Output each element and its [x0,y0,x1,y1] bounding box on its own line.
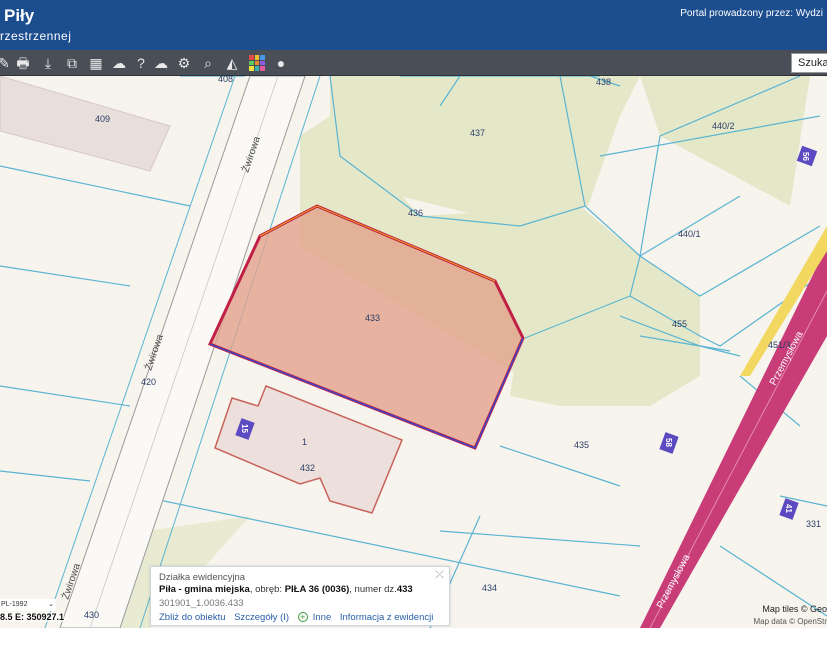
marker-icon[interactable]: ● [271,53,291,73]
zoom-to-object-link[interactable]: Zbliż do obiektu [159,612,226,623]
close-icon[interactable]: ⤫ [435,569,444,582]
print-icon[interactable]: 🖶 [13,53,33,73]
parcel-label-408: 408 [218,76,233,84]
parcel-label-437: 437 [470,128,485,138]
help-icon[interactable]: ? [131,53,151,73]
parcel-label-building-1: 1 [302,437,307,447]
plus-circle-icon[interactable]: + [297,612,308,622]
parcel-label-455: 455 [672,319,687,329]
measure-icon[interactable]: ◭ [222,53,242,73]
crs-select[interactable]: PL-1992 ⌄ [0,599,56,611]
parcel-label-438: 438 [596,77,611,87]
layout-icon[interactable]: ▦ [86,53,106,73]
registry-info-link[interactable]: Informacja z ewidencji [340,612,433,623]
app-subtitle: rzestrzennej [0,29,72,43]
house-number-58: 58 [659,432,679,454]
other-link[interactable]: Inne [313,612,332,623]
settings-icon[interactable]: ⚙ [174,53,194,73]
popup-gmina: Piła - gmina miejska [159,584,250,595]
bottom-area [0,628,827,668]
download-icon[interactable]: ⤓ [38,53,58,73]
parcel-label-440-2: 440/2 [712,121,735,131]
popup-numer-prefix: , numer dz. [349,584,397,595]
map-canvas[interactable]: 408 409 437 438 440/2 436 440/1 433 455 … [0,76,827,628]
app-title: Piły [4,6,35,25]
parcel-label-435: 435 [574,440,589,450]
popup-identifier: 301901_1.0036.433 [159,598,244,609]
building-409 [0,76,171,172]
house-number-41: 41 [779,498,799,520]
toolbar: ✎ 🖶 ⤓ ⧉ ▦ ☁ ? ☁ ⚙ ⌕ ◭ ● [0,50,827,76]
chevron-down-icon: ⌄ [48,601,54,608]
popup-obreb-prefix: , obręb: [249,584,285,595]
parcel-label-432: 432 [300,463,315,473]
export-icon[interactable]: ⧉ [62,53,82,73]
parcel-label-433: 433 [365,313,380,323]
comment-icon[interactable]: ☁ [109,53,129,73]
crs-label: PL-1992 [1,601,28,608]
coordinate-readout: 8.5 E: 350927.1 [0,612,65,622]
svg-text:15: 15 [240,424,249,433]
popup-title: Działka ewidencyjna [159,572,246,583]
pan-icon[interactable]: ✎ [0,53,14,73]
map-data-attribution: Map data © OpenStr [753,617,827,626]
popup-links: Zbliż do obiektu Szczegóły (I) + Inne Inf… [159,612,439,623]
svg-text:41: 41 [784,504,793,513]
app-header: Piły rzestrzennej Portal prowadzony prze… [0,0,827,50]
svg-text:56: 56 [801,152,810,161]
parcel-label-440-1: 440/1 [678,229,701,239]
map-tiles-attribution: Map tiles © Geo [762,604,827,614]
green-area [640,76,810,206]
upload-cloud-icon[interactable]: ☁ [151,53,171,73]
parcel-info-popup: Działka ewidencyjna ⤫ Piła - gmina miejs… [150,566,450,626]
parcel-label-331: 331 [806,519,821,529]
parcel-label-409: 409 [95,114,110,124]
zoom-search-icon[interactable]: ⌕ [198,53,218,73]
parcel-label-420: 420 [141,377,156,387]
popup-details: Piła - gmina miejska, obręb: PIŁA 36 (00… [159,584,413,595]
popup-numer: 433 [396,584,413,595]
svg-text:58: 58 [664,438,673,447]
details-link[interactable]: Szczegóły (I) [234,612,289,623]
house-number-56: 56 [796,145,818,167]
parcel-label-434: 434 [482,583,497,593]
search-input[interactable]: Szuka [791,53,827,73]
palette-icon[interactable] [249,55,265,71]
popup-obreb: PIŁA 36 (0036) [284,584,350,595]
map-svg: 408 409 437 438 440/2 436 440/1 433 455 … [0,76,827,628]
parcel-label-436: 436 [408,208,423,218]
parcel-label-430: 430 [84,610,99,620]
portal-operator-text: Portal prowadzony przez: Wydzi [680,8,823,19]
